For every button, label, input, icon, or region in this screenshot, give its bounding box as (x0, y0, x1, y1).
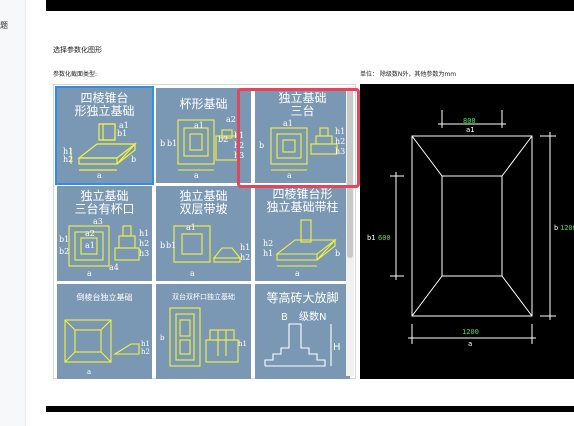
thumb-drawing: a1 b b1 h1 h2 a (160, 223, 250, 278)
thumb-drawing: B 级数N H (264, 310, 341, 367)
dim-label: 级数N (299, 310, 326, 323)
preview-drawing: 800 a1 1200 a b1 600 b 1200 (367, 110, 574, 348)
thumb-double-cup-foundation[interactable]: 双台双杯口独立基础 b h1 (156, 284, 251, 379)
dim-label: a1 (186, 223, 196, 232)
preview-panel: 800 a1 1200 a b1 600 b 1200 (360, 84, 574, 379)
dim-label: B (281, 312, 288, 323)
dim-label: b (160, 139, 165, 148)
section-type-label: 参数化截面类型: (53, 71, 98, 78)
thumb-three-tier-cup-foundation[interactable]: 独立基础 三台有杯口 a3 a2 a1 a4 h1 h2 h3 b1 b2 a (57, 186, 152, 281)
thumb-double-slope-foundation[interactable]: 独立基础 双层带坡 a1 b b1 h1 h2 a (156, 186, 251, 281)
dim-label: a1 (85, 241, 95, 250)
dim-label: b2 (59, 247, 69, 256)
dim-right-value: 1200 (560, 224, 574, 232)
dim-label: a (97, 171, 102, 180)
dim-label: h1 (139, 229, 149, 238)
dim-label: h1 (141, 340, 150, 348)
thumb-drawing: b h1 (160, 307, 247, 367)
dim-label: a (194, 171, 199, 180)
thumb-drawing: a3 a2 a1 a4 h1 h2 h3 b1 b2 a (59, 217, 149, 278)
dim-label: a (87, 269, 92, 278)
dim-label: b (131, 155, 136, 164)
dim-label: h1 (240, 243, 250, 252)
dim-top-value: 800 (463, 117, 476, 125)
dim-bottom-value: 1200 (462, 328, 479, 336)
dim-left-label: b1 (367, 234, 375, 242)
thumb-pyramid-foundation[interactable]: 四棱锥台 形独立基础 a1 b1 h1 h2 b a (55, 86, 154, 185)
dim-label: h1 (238, 340, 247, 348)
top-black-strip (46, 0, 574, 11)
dim-label: a (87, 368, 91, 376)
dim-top-label: a1 (466, 126, 474, 134)
dim-label: b1 (59, 235, 69, 244)
thumb-pyramid-with-column[interactable]: 四棱锥台形 独立基础带柱 h2 h1 b a (255, 186, 350, 281)
dim-label: b1 (117, 129, 127, 138)
dim-label: a2 (85, 229, 95, 238)
dim-label: h1 (263, 249, 273, 258)
dim-label: a (295, 269, 300, 278)
dim-label: b (335, 249, 340, 258)
thumb-inverted-frustum-foundation[interactable]: 倒棱台独立基础 h1 h2 a (57, 284, 152, 379)
thumb-drawing: a1 b1 h1 h2 b a (63, 121, 137, 180)
unit-label: 单位： 除级数N外，其他参数为mm (360, 71, 457, 78)
dim-left-value: 600 (378, 234, 391, 242)
dim-label: h3 (139, 249, 149, 258)
left-panel: 题 (0, 0, 26, 426)
dim-label: h2 (141, 348, 150, 356)
left-panel-text: 题 (0, 21, 8, 30)
dim-right-label: b (554, 224, 558, 232)
app-root: 题 选择参数化图形 参数化截面类型: 单位： 除级数N外，其他参数为mm 四棱锥… (0, 0, 574, 426)
thumb-drawing: h2 h1 b a (263, 219, 340, 278)
dim-label: b2 (218, 135, 228, 144)
thumb-brick-footing[interactable]: 等高砖大放脚 B 级数N H (255, 284, 350, 379)
dim-label: h2 (139, 239, 149, 248)
bottom-black-strip (46, 406, 574, 412)
dim-label: a (190, 269, 195, 278)
dim-label: a2 (226, 115, 236, 124)
dim-label: a1 (194, 121, 204, 130)
dim-label: b1 (166, 241, 176, 250)
dialog-title: 选择参数化图形 (53, 46, 102, 54)
dim-label: h2 (63, 155, 73, 164)
dim-label: h2 (263, 239, 273, 248)
dim-label: b (160, 334, 165, 342)
thumb-drawing: h1 h2 a (64, 319, 150, 376)
dim-label: a3 (93, 217, 103, 226)
dim-label: H (333, 342, 341, 353)
dim-label: b1 (167, 139, 177, 148)
dim-bottom-label: a (468, 340, 472, 348)
dim-label: a4 (109, 263, 119, 272)
selection-highlight-box (237, 88, 360, 188)
dim-label: b (160, 241, 165, 250)
dim-label: h2 (240, 253, 250, 262)
